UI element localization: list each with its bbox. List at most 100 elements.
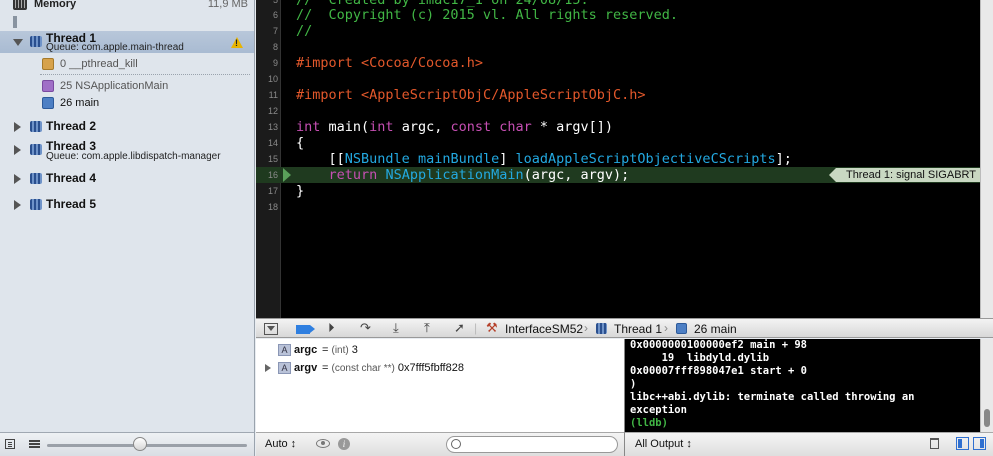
breadcrumb-target[interactable]: InterfaceSM52 bbox=[505, 322, 583, 336]
code-line-8: 8 bbox=[256, 39, 980, 55]
info-icon[interactable]: i bbox=[338, 438, 350, 450]
thread-row-2[interactable]: Thread 2 bbox=[0, 118, 254, 136]
breakpoints-toggle-icon[interactable] bbox=[296, 325, 315, 334]
stack-compression-slider[interactable] bbox=[47, 444, 247, 447]
variables-filter-field[interactable] bbox=[446, 436, 618, 453]
code-line-17: 17 } bbox=[256, 183, 980, 199]
line-number: 16 bbox=[267, 170, 278, 180]
variable-name: argc bbox=[294, 344, 318, 356]
line-number: 12 bbox=[267, 106, 278, 116]
thread-row-3[interactable]: Thread 3 Queue: com.apple.libdispatch-ma… bbox=[0, 139, 254, 163]
console-line: exception bbox=[630, 404, 687, 416]
stack-frame-0[interactable]: 0 __pthread_kill bbox=[40, 55, 254, 73]
memory-chip-icon bbox=[13, 0, 27, 10]
simulate-location-icon[interactable]: ➚ bbox=[454, 321, 465, 336]
stack-compression-icon[interactable] bbox=[29, 440, 40, 448]
code-line-15: 15 [[NSBundle mainBundle] loadAppleScrip… bbox=[256, 151, 980, 167]
scroll-thumb[interactable] bbox=[984, 409, 990, 427]
line-number: 15 bbox=[267, 154, 278, 164]
quick-look-eye-icon[interactable] bbox=[316, 439, 330, 448]
disclosure-closed-icon[interactable] bbox=[265, 364, 271, 372]
show-variables-view-icon[interactable] bbox=[956, 437, 969, 450]
code-line-14: 14 { bbox=[256, 135, 980, 151]
memory-value: 11,9 MB bbox=[207, 0, 248, 10]
variables-view[interactable]: A argc = (int) 3 A argv = (const char **… bbox=[256, 339, 624, 432]
keyword: int bbox=[369, 119, 394, 135]
user-frame-icon bbox=[676, 323, 687, 334]
slider-knob[interactable] bbox=[133, 437, 147, 451]
console-scrollbar[interactable] bbox=[980, 339, 993, 432]
code-line-7: 7 // bbox=[256, 23, 980, 39]
variable-type: (const char **) bbox=[331, 363, 395, 374]
console-filter-bar: All Output ↕ bbox=[625, 432, 993, 456]
keyword: return bbox=[328, 167, 378, 183]
hide-debug-area-icon[interactable] bbox=[264, 323, 278, 335]
memory-gauge-row[interactable]: Memory 11,9 MB bbox=[0, 0, 254, 14]
step-over-icon[interactable]: ↷ bbox=[360, 321, 371, 336]
thread-name: Thread 4 bbox=[46, 171, 97, 185]
code-text: argc, bbox=[393, 119, 451, 135]
thread-icon bbox=[30, 121, 42, 132]
warning-icon bbox=[231, 37, 243, 48]
step-out-icon[interactable]: ⤒ bbox=[424, 321, 430, 336]
import-path: <Cocoa/Cocoa.h> bbox=[352, 55, 483, 71]
show-console-view-icon[interactable] bbox=[973, 437, 986, 450]
disclosure-closed-icon[interactable] bbox=[14, 145, 21, 155]
thread-name: Thread 2 bbox=[46, 119, 97, 133]
disclosure-open-icon[interactable] bbox=[13, 39, 23, 46]
line-number: 18 bbox=[267, 202, 278, 212]
keyword: char bbox=[499, 119, 532, 135]
variable-scope-select[interactable]: Auto ↕ bbox=[265, 438, 296, 450]
source-editor[interactable]: 5 // Created by imac17_1 on 24/08/15. 6 … bbox=[256, 0, 980, 318]
code-line-11: 11 #import <AppleScriptObjC/AppleScriptO… bbox=[256, 87, 980, 103]
instruction-pointer-icon[interactable] bbox=[283, 168, 291, 182]
trash-icon[interactable] bbox=[930, 438, 939, 449]
framework-frame-icon bbox=[42, 80, 54, 92]
class-name: NSBundle bbox=[344, 151, 410, 167]
thread-name: Thread 5 bbox=[46, 197, 97, 211]
line-number: 7 bbox=[272, 26, 278, 36]
debug-console[interactable]: 0x0000000100000ef2 main + 98 19 libdyld.… bbox=[625, 339, 980, 432]
line-number: 5 bbox=[272, 0, 278, 5]
console-line: 0x0000000100000ef2 main + 98 bbox=[630, 339, 808, 351]
search-icon bbox=[451, 439, 461, 449]
console-line: libc++abi.dylib: terminate called throwi… bbox=[630, 391, 915, 403]
signal-annotation[interactable]: Thread 1: signal SIGABRT bbox=[828, 168, 980, 182]
show-crashed-threads-icon[interactable] bbox=[5, 439, 15, 449]
frame-label: 0 __pthread_kill bbox=[60, 58, 138, 70]
editor-scrollbar[interactable] bbox=[980, 0, 993, 318]
line-number: 17 bbox=[267, 186, 278, 196]
stack-frame-25[interactable]: 25 NSApplicationMain bbox=[40, 77, 254, 95]
step-into-icon[interactable]: ⤓ bbox=[393, 321, 399, 336]
thread-icon bbox=[30, 144, 42, 155]
code-line-10: 10 bbox=[256, 71, 980, 87]
chevron-right-icon: › bbox=[664, 321, 668, 335]
code-line-18: 18 bbox=[256, 199, 980, 215]
thread-row-4[interactable]: Thread 4 bbox=[0, 170, 254, 188]
thread-icon bbox=[30, 173, 42, 184]
disclosure-closed-icon[interactable] bbox=[14, 122, 21, 132]
code-line-13: 13 int main(int argc, const char * argv[… bbox=[256, 119, 980, 135]
console-line: 19 libdyld.dylib bbox=[630, 352, 770, 364]
disclosure-closed-icon[interactable] bbox=[14, 200, 21, 210]
breadcrumb-frame[interactable]: 26 main bbox=[694, 322, 737, 336]
variable-name: argv bbox=[294, 362, 318, 374]
code-text: // bbox=[296, 23, 313, 39]
function-name: NSApplicationMain bbox=[385, 167, 524, 183]
lldb-prompt[interactable]: (lldb) bbox=[630, 417, 980, 430]
thread-icon bbox=[596, 323, 607, 334]
variable-value: 0x7fff5fbff828 bbox=[394, 362, 464, 374]
variable-row[interactable]: A argc = (int) 3 bbox=[256, 341, 624, 359]
argument-variable-icon: A bbox=[278, 344, 291, 356]
breadcrumb-thread[interactable]: Thread 1 bbox=[614, 322, 662, 336]
debug-bar: ⏵ ↷ ⤓ ⤒ ➚ | ⚒ InterfaceSM52 › Thread 1 ›… bbox=[256, 318, 993, 338]
disclosure-closed-icon[interactable] bbox=[14, 174, 21, 184]
variable-row[interactable]: A argv = (const char **) 0x7fff5fbff828 bbox=[256, 359, 624, 377]
thread-row-5[interactable]: Thread 5 bbox=[0, 196, 254, 214]
thread-row-1[interactable]: Thread 1 Queue: com.apple.main-thread bbox=[0, 31, 254, 53]
stack-frame-26[interactable]: 26 main bbox=[40, 94, 254, 112]
continue-icon[interactable]: ⏵ bbox=[328, 321, 335, 336]
output-select[interactable]: All Output ↕ bbox=[635, 438, 692, 450]
